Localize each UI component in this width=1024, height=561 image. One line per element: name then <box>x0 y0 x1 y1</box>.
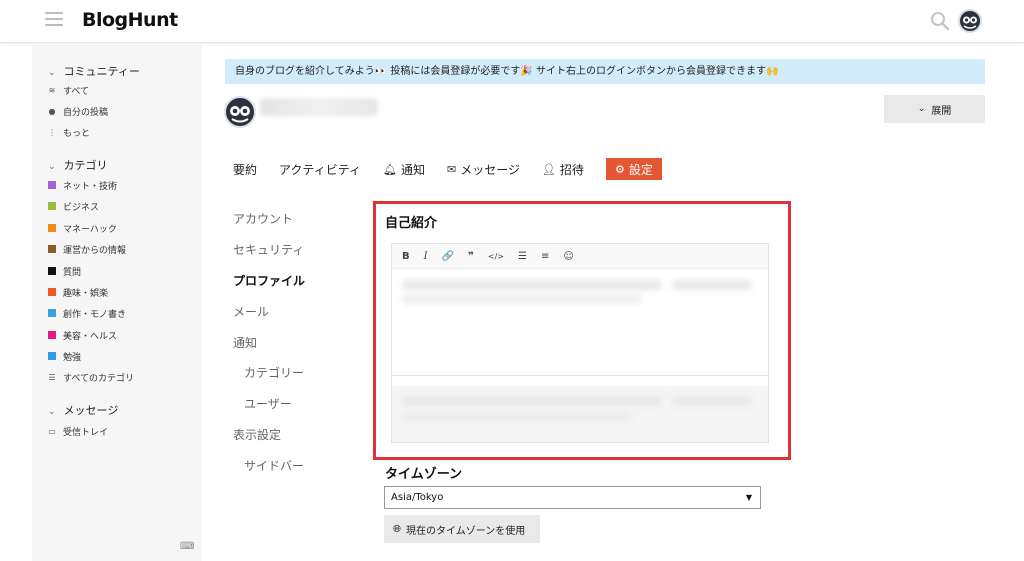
sidebar-section-messages[interactable]: ⌄ メッセージ <box>48 402 118 418</box>
category-swatch <box>48 245 56 253</box>
sidebar-item-my-posts[interactable]: ● 自分の投稿 <box>48 104 109 118</box>
settings-nav-email[interactable]: メール <box>233 303 269 320</box>
welcome-banner: 自身のブログを紹介してみよう👀 投稿には会員登録が必要です🎉 サイト右上のログイ… <box>225 59 985 84</box>
site-logo[interactable]: BlogHunt <box>82 9 178 31</box>
more-vertical-icon: ⋮ <box>48 127 56 137</box>
settings-nav-display[interactable]: 表示設定 <box>233 426 281 443</box>
settings-nav-users[interactable]: ユーザー <box>244 395 292 412</box>
timezone-title: タイムゾーン <box>385 467 463 482</box>
bio-preview <box>392 386 768 442</box>
user-icon: ● <box>48 106 56 116</box>
tab-settings[interactable]: ⚙ 設定 <box>605 158 662 180</box>
sidebar-category-money-hack[interactable]: マネーハック <box>48 221 117 235</box>
tab-activity[interactable]: アクティビティ <box>279 158 361 180</box>
profile-avatar <box>224 96 256 128</box>
category-swatch <box>48 352 56 360</box>
list-icon: ☰ <box>48 372 56 382</box>
search-icon[interactable] <box>930 11 950 31</box>
category-swatch <box>48 288 56 296</box>
sidebar-category-writing[interactable]: 創作・モノ書き <box>48 306 126 320</box>
bio-title: 自己紹介 <box>385 216 438 231</box>
category-swatch <box>48 224 56 232</box>
settings-nav-categories[interactable]: カテゴリー <box>244 364 304 381</box>
blurred-text <box>402 412 632 422</box>
expand-button[interactable]: ⌄ 展開 <box>884 95 985 123</box>
menu-icon[interactable] <box>45 12 63 26</box>
timezone-select[interactable]: Asia/Tokyo ▼ <box>384 486 761 509</box>
settings-nav-security[interactable]: セキュリティ <box>233 241 304 258</box>
category-swatch <box>48 181 56 189</box>
tab-summary[interactable]: 要約 <box>233 158 257 180</box>
use-current-timezone-button[interactable]: 🌐︎ 現在のタイムゾーンを使用 <box>384 515 540 543</box>
sidebar-category-questions[interactable]: 質問 <box>48 264 81 278</box>
sidebar-category-business[interactable]: ビジネス <box>48 199 99 213</box>
sidebar-category-admin-info[interactable]: 運営からの情報 <box>48 242 126 256</box>
sidebar-category-all[interactable]: ☰ すべてのカテゴリ <box>48 370 134 384</box>
italic-icon[interactable]: I <box>424 251 428 262</box>
tab-notifications[interactable]: 🔔︎ 通知 <box>383 158 425 180</box>
keyboard-icon[interactable]: ⌨ <box>180 541 194 552</box>
sidebar: ⌄ コミュニティー ≋ すべて ● 自分の投稿 ⋮ もっと ⌄ カテゴリ ネット・技術 ビ… <box>32 44 202 561</box>
top-header: BlogHunt <box>0 0 1024 43</box>
sidebar-category-hobby[interactable]: 趣味・娯楽 <box>48 285 108 299</box>
emoji-icon[interactable]: ☺ <box>563 251 573 262</box>
layers-icon: ≋ <box>48 85 56 95</box>
bold-icon[interactable]: B <box>402 251 410 262</box>
category-swatch <box>48 331 56 339</box>
settings-nav-notifications[interactable]: 通知 <box>233 334 257 351</box>
sidebar-item-all[interactable]: ≋ すべて <box>48 83 89 97</box>
code-icon[interactable]: </> <box>488 252 504 261</box>
category-swatch <box>48 202 56 210</box>
blurred-text <box>672 396 752 406</box>
user-plus-icon: 👤︎ <box>541 162 556 176</box>
globe-icon: 🌐︎ <box>393 523 401 535</box>
sidebar-category-net-tech[interactable]: ネット・技術 <box>48 178 117 192</box>
tab-messages[interactable]: ✉ メッセージ <box>447 158 520 180</box>
category-swatch <box>48 267 56 275</box>
chevron-down-icon: ⌄ <box>48 162 56 172</box>
blurred-text <box>402 396 662 406</box>
bio-textarea[interactable] <box>392 270 768 376</box>
tab-invites[interactable]: 👤︎ 招待 <box>542 158 584 180</box>
chevron-down-icon: ⌄ <box>48 407 56 417</box>
sidebar-section-community[interactable]: ⌄ コミュニティー <box>48 63 140 79</box>
editor-toolbar: B I 🔗 ❞ </> ☰ ≡ ☺ <box>392 244 768 269</box>
double-chevron-down-icon: ⌄ <box>917 104 926 114</box>
sidebar-category-beauty-health[interactable]: 美容・ヘルス <box>48 328 117 342</box>
quote-icon[interactable]: ❞ <box>468 251 474 262</box>
user-avatar[interactable] <box>958 9 982 33</box>
link-icon[interactable]: 🔗 <box>442 251 454 262</box>
settings-nav-sidebar[interactable]: サイドバー <box>244 457 304 474</box>
bio-editor[interactable]: B I 🔗 ❞ </> ☰ ≡ ☺ <box>391 243 769 443</box>
user-tabs: 要約 アクティビティ 🔔︎ 通知 ✉ メッセージ 👤︎ 招待 ⚙ 設定 <box>233 157 662 181</box>
blurred-text <box>672 280 752 290</box>
gear-icon: ⚙ <box>614 162 625 176</box>
sidebar-item-inbox[interactable]: ▭ 受信トレイ <box>48 424 108 438</box>
settings-nav-account[interactable]: アカウント <box>233 210 293 227</box>
settings-nav-profile[interactable]: プロファイル <box>233 272 305 289</box>
sidebar-section-categories[interactable]: ⌄ カテゴリ <box>48 157 108 173</box>
inbox-icon: ▭ <box>48 426 56 436</box>
sidebar-category-study[interactable]: 勉強 <box>48 349 81 363</box>
chevron-down-icon: ⌄ <box>48 68 56 78</box>
category-swatch <box>48 309 56 317</box>
caret-down-icon: ▼ <box>745 493 752 502</box>
sidebar-item-more[interactable]: ⋮ もっと <box>48 125 90 139</box>
bullet-list-icon[interactable]: ☰ <box>518 251 527 262</box>
bell-icon: 🔔︎ <box>382 162 397 176</box>
blurred-text <box>402 294 642 304</box>
envelope-icon: ✉ <box>446 162 457 176</box>
blurred-username <box>260 98 378 116</box>
numbered-list-icon[interactable]: ≡ <box>541 251 549 262</box>
next-section-title-cut <box>384 552 414 561</box>
blurred-text <box>402 280 662 290</box>
